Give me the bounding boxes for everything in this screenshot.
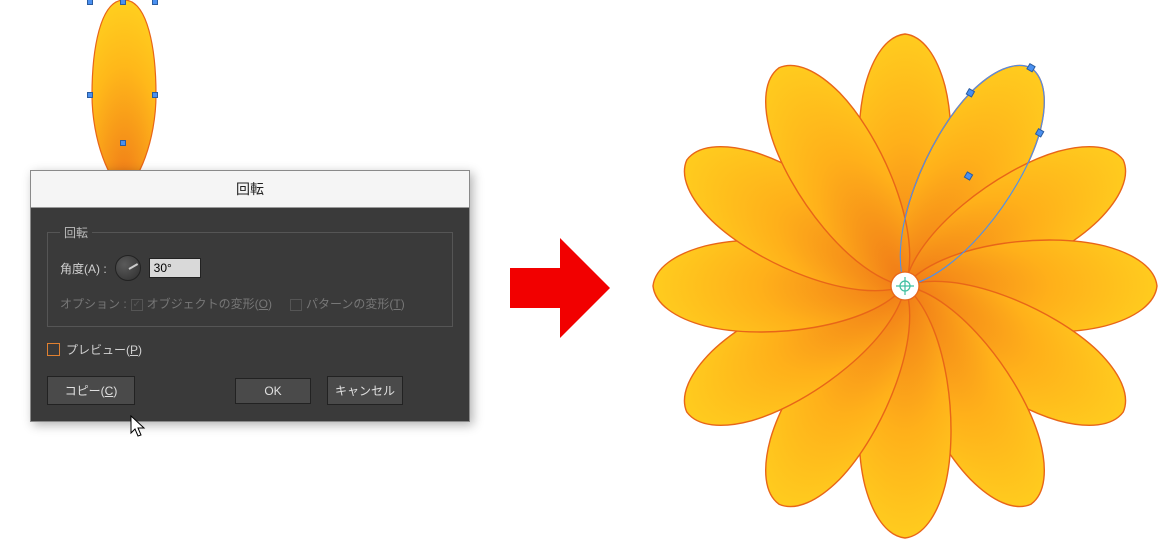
options-label: オプション : (60, 295, 127, 312)
checkbox-object-transform: ✓ (131, 299, 143, 311)
angle-input[interactable] (149, 258, 201, 278)
options-row: オプション : ✓ オブジェクトの変形(O) パターンの変形(T) (60, 295, 440, 312)
rotation-legend: 回転 (60, 224, 92, 241)
original-petal (88, 0, 160, 193)
angle-row: 角度(A) : (60, 255, 440, 281)
flower-result (640, 10, 1170, 540)
dialog-body: 回転 角度(A) : オプション : ✓ オブジェクトの変形(O) パターンの変… (31, 208, 469, 421)
preview-checkbox[interactable] (47, 343, 60, 356)
selection-handle[interactable] (120, 0, 126, 5)
angle-label: 角度(A) : (60, 260, 107, 277)
selection-handle[interactable] (152, 92, 158, 98)
option-pattern-label: パターンの変形(T) (306, 295, 405, 312)
selection-handle[interactable] (120, 140, 126, 146)
selection-handle[interactable] (152, 0, 158, 5)
ok-button[interactable]: OK (235, 378, 311, 404)
selection-handle[interactable] (87, 0, 93, 5)
rotation-fieldset: 回転 角度(A) : オプション : ✓ オブジェクトの変形(O) パターンの変… (47, 224, 453, 327)
preview-label: プレビュー(P) (66, 341, 142, 358)
cancel-button[interactable]: キャンセル (327, 376, 403, 405)
selection-handle[interactable] (87, 92, 93, 98)
dialog-title: 回転 (31, 171, 469, 208)
checkbox-pattern-transform (290, 299, 302, 311)
buttons-row: コピー(C) OK キャンセル (47, 376, 453, 405)
angle-dial[interactable] (115, 255, 141, 281)
copy-button[interactable]: コピー(C) (47, 376, 135, 405)
red-arrow-icon (500, 228, 620, 348)
option-object-label: オブジェクトの変形(O) (147, 295, 272, 312)
rotate-dialog: 回転 回転 角度(A) : オプション : ✓ オブジェクトの変形(O) パター… (30, 170, 470, 422)
preview-row: プレビュー(P) (47, 341, 453, 358)
